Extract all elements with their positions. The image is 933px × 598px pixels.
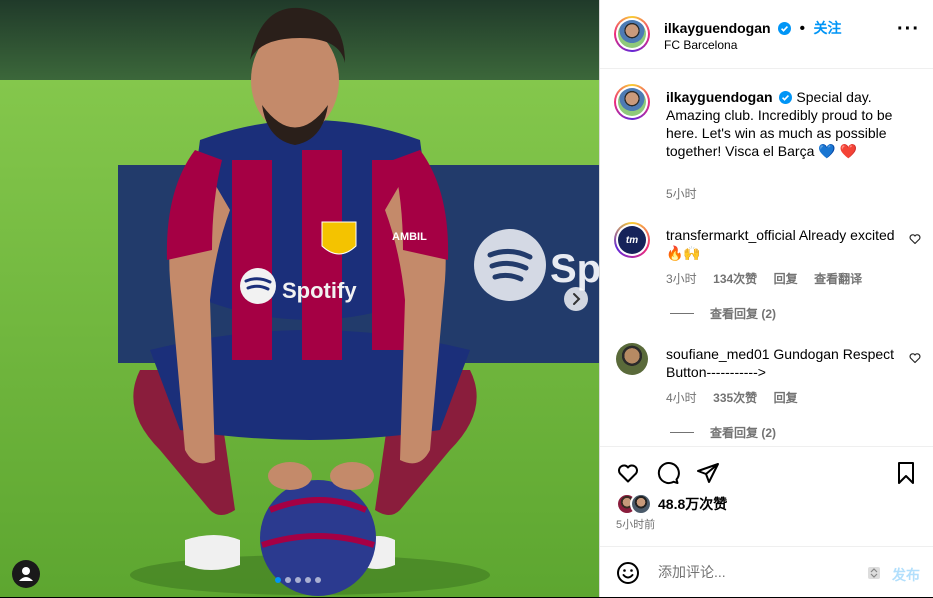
view-replies[interactable]: 查看回复 (2) — [670, 424, 776, 442]
view-replies-label[interactable]: 查看回复 (2) — [710, 426, 776, 440]
chevron-right-icon — [573, 293, 581, 305]
likes-row: 48.8万次赞 — [616, 493, 727, 515]
view-replies[interactable]: 查看回复 (2) — [670, 305, 776, 323]
post-panel: ilkayguendogan • 关注 FC Barcelona ··· ilk… — [599, 0, 933, 597]
blue-heart-emoji: 💙 — [818, 143, 836, 159]
comment-likes[interactable]: 335次赞 — [713, 391, 757, 405]
action-bar: 48.8万次赞 5小时前 — [600, 446, 933, 531]
barca-crest — [321, 221, 357, 255]
comment-time: 3小时 — [666, 272, 697, 286]
verified-badge-icon — [779, 91, 793, 104]
user-icon — [19, 567, 33, 581]
follow-button[interactable]: 关注 — [814, 20, 842, 36]
comment-avatar[interactable] — [616, 343, 648, 375]
comment-time: 4小时 — [666, 391, 697, 405]
verified-badge-icon — [778, 22, 792, 35]
author-username[interactable]: ilkayguendogan — [664, 20, 771, 36]
comment-icon[interactable] — [656, 461, 680, 485]
comment-username[interactable]: soufiane_med01 — [666, 346, 770, 362]
share-send-icon[interactable] — [696, 461, 720, 485]
spinner-icon — [868, 567, 880, 579]
photo-illustration: Sp AMBIL Spotify — [0, 0, 599, 597]
emoji-icon[interactable] — [616, 561, 640, 585]
comment: soufiane_med01 Gundogan Respect Button--… — [666, 345, 896, 381]
post-time: 5小时前 — [616, 519, 656, 531]
red-heart-emoji: ❤️ — [839, 143, 858, 159]
carousel-dot[interactable] — [285, 577, 291, 583]
reply-button[interactable]: 回复 — [774, 391, 798, 405]
liker-avatar[interactable] — [630, 493, 652, 515]
likes-count[interactable]: 48.8万次赞 — [658, 494, 727, 514]
comment-likes[interactable]: 134次赞 — [713, 272, 757, 286]
comment-input[interactable] — [656, 563, 850, 581]
carousel-dots — [275, 577, 321, 583]
post-location[interactable]: FC Barcelona — [664, 38, 737, 52]
board-text: Sp — [550, 247, 599, 291]
more-options-icon[interactable]: ··· — [897, 19, 920, 39]
transfermarkt-logo: tm — [618, 226, 646, 254]
caption-username[interactable]: ilkayguendogan — [666, 89, 773, 105]
jersey-sponsor: Spotify — [282, 278, 357, 303]
caption: ilkayguendogan Special day. Amazing club… — [666, 88, 910, 160]
like-heart-icon[interactable] — [616, 461, 640, 485]
see-translation-button[interactable]: 查看翻译 — [814, 272, 862, 286]
carousel-dot[interactable] — [315, 577, 321, 583]
tagged-users-button[interactable] — [12, 560, 40, 588]
reply-button[interactable]: 回复 — [774, 272, 798, 286]
heart-outline-icon[interactable] — [909, 352, 921, 364]
post-photo: Sp AMBIL Spotify — [0, 0, 599, 597]
post-comment-button[interactable]: 发布 — [892, 565, 920, 585]
save-bookmark-icon[interactable] — [894, 461, 918, 485]
comment-username[interactable]: transfermarkt_official — [666, 227, 796, 243]
comment-avatar[interactable]: tm — [614, 222, 650, 258]
heart-outline-icon[interactable] — [909, 233, 921, 245]
post-header: ilkayguendogan • 关注 FC Barcelona ··· — [600, 0, 933, 69]
caption-time: 5小时 — [666, 187, 697, 201]
carousel-dot[interactable] — [305, 577, 311, 583]
sleeve-text: AMBIL — [392, 231, 427, 243]
carousel-dot-active[interactable] — [275, 577, 281, 583]
carousel-dot[interactable] — [295, 577, 301, 583]
view-replies-label[interactable]: 查看回复 (2) — [710, 307, 776, 321]
comment: transfermarkt_official Already excited 🔥… — [666, 226, 896, 262]
comment-meta: 3小时 134次赞 回复 查看翻译 — [666, 270, 862, 288]
comment-composer: 发布 — [600, 546, 933, 598]
caption-author-avatar[interactable] — [614, 84, 650, 120]
comment-meta: 4小时 335次赞 回复 — [666, 389, 798, 407]
author-avatar[interactable] — [614, 16, 650, 52]
next-slide-button[interactable] — [564, 287, 588, 311]
